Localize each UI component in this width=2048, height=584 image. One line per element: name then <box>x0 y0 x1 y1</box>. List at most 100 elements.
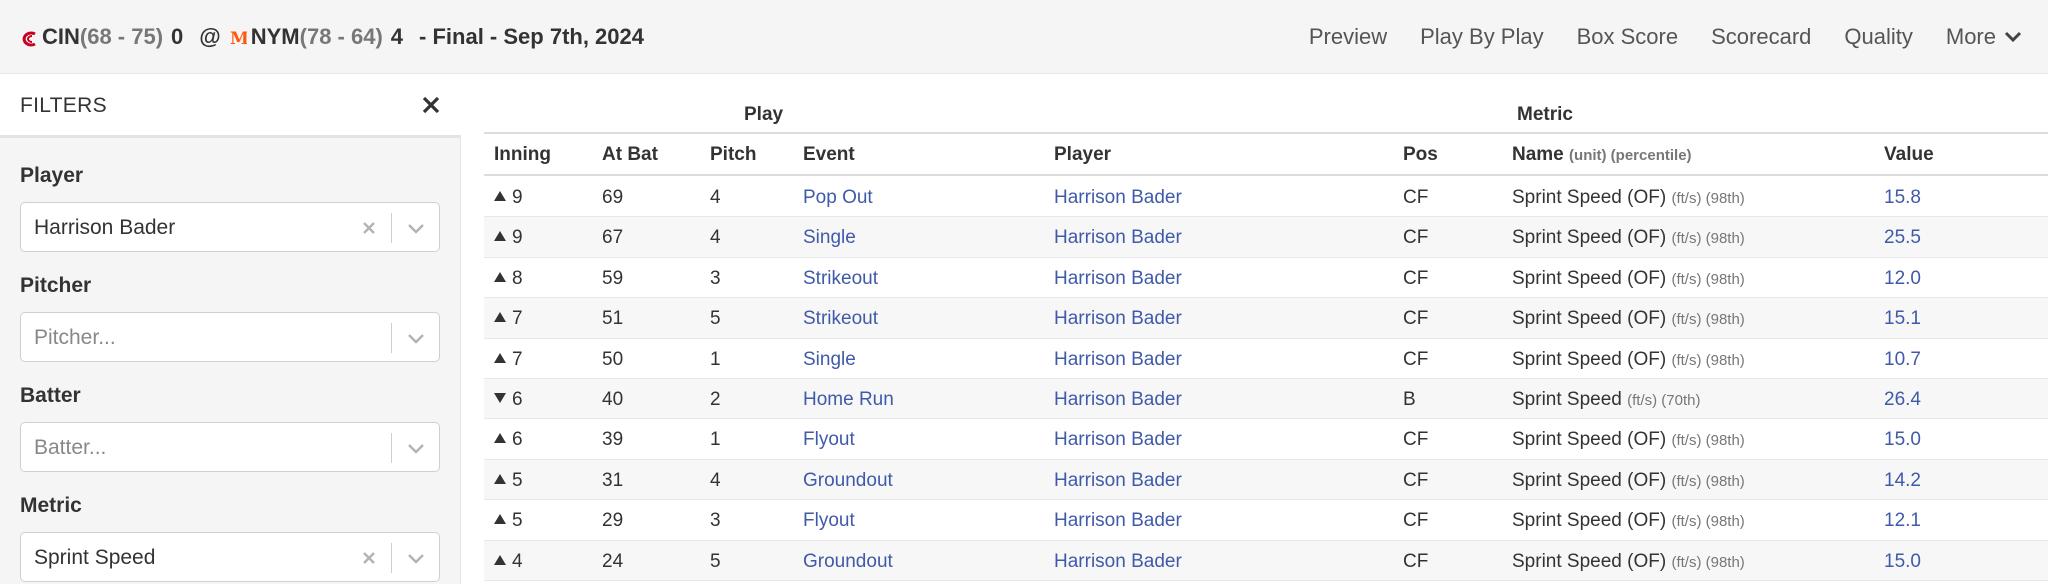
at-bat-cell: 24 <box>602 550 624 572</box>
metric-name: Sprint Speed (OF) <box>1512 429 1667 451</box>
player-link[interactable]: Harrison Bader <box>1054 227 1182 249</box>
metric-unit: (ft/s) (98th) <box>1671 553 1745 571</box>
player-select[interactable]: Harrison Bader <box>20 202 440 252</box>
pos-cell: B <box>1403 388 1416 410</box>
clear-icon[interactable] <box>359 218 379 238</box>
chevron-down-icon[interactable] <box>405 438 427 458</box>
event-link[interactable]: Groundout <box>803 470 893 492</box>
event-link[interactable]: Groundout <box>803 551 893 573</box>
inning-cell: 5 <box>494 510 523 532</box>
clear-icon[interactable] <box>359 548 379 568</box>
value-link[interactable]: 26.4 <box>1884 389 1921 411</box>
pos-cell: CF <box>1403 469 1429 491</box>
metric-filter-label: Metric <box>20 494 82 517</box>
table-row: 7 50 1 Single Harrison Bader CF Sprint Speed (… <box>484 339 2048 379</box>
pitch-cell: 4 <box>710 469 721 491</box>
top-inning-icon <box>494 271 506 282</box>
nav-scorecard[interactable]: Scorecard <box>1711 24 1811 50</box>
event-link[interactable]: Strikeout <box>803 308 878 330</box>
nav-quality[interactable]: Quality <box>1844 24 1912 50</box>
top-inning-icon <box>494 514 506 525</box>
inning-number: 8 <box>512 267 523 289</box>
value-link[interactable]: 25.5 <box>1884 227 1921 249</box>
value-link[interactable]: 12.1 <box>1884 510 1921 532</box>
event-link[interactable]: Single <box>803 349 856 371</box>
player-link[interactable]: Harrison Bader <box>1054 429 1182 451</box>
nav-play-by-play[interactable]: Play By Play <box>1420 24 1544 50</box>
col-name-sub: (unit) (percentile) <box>1569 147 1692 164</box>
player-link[interactable]: Harrison Bader <box>1054 349 1182 371</box>
chevron-down-icon[interactable] <box>405 218 427 238</box>
event-link[interactable]: Flyout <box>803 510 855 532</box>
nav-more-button[interactable]: More <box>1946 24 2022 50</box>
value-link[interactable]: 12.0 <box>1884 268 1921 290</box>
away-score: 0 <box>171 24 184 49</box>
col-event[interactable]: Event <box>803 144 855 166</box>
game-status: - Final - Sep 7th, 2024 <box>419 24 644 49</box>
inning-cell: 9 <box>494 187 523 209</box>
event-link[interactable]: Single <box>803 227 856 249</box>
table-row: 7 51 5 Strikeout Harrison Bader CF Sprint Spee… <box>484 298 2048 339</box>
pitch-cell: 2 <box>710 388 721 410</box>
metric-name: Sprint Speed (OF) <box>1512 267 1667 289</box>
inning-cell: 9 <box>494 227 523 249</box>
event-link[interactable]: Home Run <box>803 389 894 411</box>
close-filters-icon[interactable] <box>418 92 444 118</box>
col-pos[interactable]: Pos <box>1403 144 1438 166</box>
at-bat-cell: 29 <box>602 510 624 532</box>
inning-number: 9 <box>512 187 523 208</box>
value-link[interactable]: 15.0 <box>1884 551 1921 573</box>
chevron-down-icon[interactable] <box>405 548 427 568</box>
col-name-label: Name <box>1512 144 1564 165</box>
value-link[interactable]: 15.8 <box>1884 187 1921 209</box>
inning-cell: 6 <box>494 429 523 451</box>
col-value[interactable]: Value <box>1884 144 1934 166</box>
value-link[interactable]: 15.0 <box>1884 429 1921 451</box>
col-name[interactable]: Name (unit) (percentile) <box>1512 144 1692 166</box>
chevron-down-icon[interactable] <box>405 328 427 348</box>
inning-number: 7 <box>512 348 523 370</box>
at-bat-cell: 31 <box>602 469 624 491</box>
batter-select-placeholder: Batter... <box>34 436 107 459</box>
at-bat-cell: 51 <box>602 308 624 330</box>
pos-cell: CF <box>1403 550 1429 572</box>
inning-cell: 4 <box>494 551 523 573</box>
value-link[interactable]: 14.2 <box>1884 470 1921 492</box>
at-bat-cell: 67 <box>602 227 624 249</box>
player-link[interactable]: Harrison Bader <box>1054 187 1182 209</box>
pitcher-select[interactable]: Pitcher... <box>20 312 440 362</box>
pitch-cell: 4 <box>710 227 721 249</box>
metric-name-cell: Sprint Speed (OF) (ft/s) (98th) <box>1512 349 1745 371</box>
player-link[interactable]: Harrison Bader <box>1054 268 1182 290</box>
player-link[interactable]: Harrison Bader <box>1054 308 1182 330</box>
metric-name-cell: Sprint Speed (OF) (ft/s) (98th) <box>1512 308 1745 330</box>
metric-unit: (ft/s) (98th) <box>1671 311 1745 329</box>
player-link[interactable]: Harrison Bader <box>1054 389 1182 411</box>
at-bat-cell: 59 <box>602 267 624 289</box>
game-summary: CIN (68 - 75) 0 @ M NYM (78 - 64) 4 - Fi… <box>20 22 644 52</box>
player-link[interactable]: Harrison Bader <box>1054 510 1182 532</box>
col-player[interactable]: Player <box>1054 144 1111 166</box>
col-at-bat[interactable]: At Bat <box>602 144 658 166</box>
event-link[interactable]: Pop Out <box>803 187 873 209</box>
event-link[interactable]: Strikeout <box>803 268 878 290</box>
pos-cell: CF <box>1403 227 1429 249</box>
value-link[interactable]: 10.7 <box>1884 349 1921 371</box>
col-pitch[interactable]: Pitch <box>710 144 756 166</box>
player-link[interactable]: Harrison Bader <box>1054 551 1182 573</box>
value-link[interactable]: 15.1 <box>1884 308 1921 330</box>
metric-select[interactable]: Sprint Speed <box>20 532 440 582</box>
inning-number: 9 <box>512 227 523 249</box>
metric-name-cell: Sprint Speed (OF) (ft/s) (98th) <box>1512 551 1745 573</box>
away-record: (68 - 75) <box>79 24 164 49</box>
inning-number: 5 <box>512 510 523 532</box>
inning-cell: 8 <box>494 268 523 290</box>
pitch-cell: 4 <box>710 187 721 208</box>
event-link[interactable]: Flyout <box>803 429 855 451</box>
batter-select[interactable]: Batter... <box>20 422 440 472</box>
col-inning[interactable]: Inning <box>494 144 551 166</box>
nav-preview[interactable]: Preview <box>1309 24 1387 50</box>
at-bat-cell: 40 <box>602 388 624 410</box>
player-link[interactable]: Harrison Bader <box>1054 470 1182 492</box>
nav-box-score[interactable]: Box Score <box>1577 24 1679 50</box>
